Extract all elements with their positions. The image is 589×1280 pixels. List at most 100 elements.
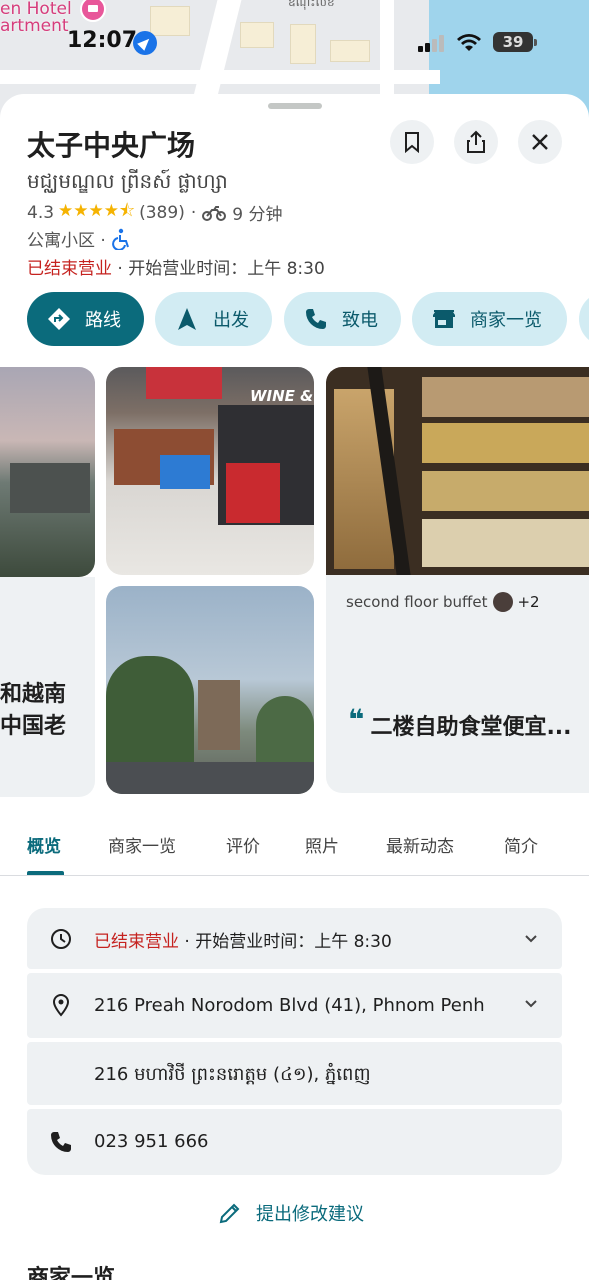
rating-stars-icon: ★★★★⯪ — [58, 201, 136, 221]
hours-row[interactable]: 已结束营业 · 开始营业时间：上午 8:30 — [27, 908, 562, 969]
address-khmer-row[interactable]: 216 មហាវិថី ព្រះនរោត្តម (៤១), ភ្នំពេញ — [27, 1042, 562, 1105]
sheet-drag-handle[interactable] — [268, 103, 322, 109]
reviewer-avatar — [493, 592, 514, 612]
address-row[interactable]: 216 Preah Norodom Blvd (41), Phnom Penh — [27, 973, 562, 1038]
start-label: 出发 — [213, 310, 249, 331]
review-card-buffet[interactable]: second floor buffet +2 ❝ 二楼自助食堂便宜... — [326, 575, 589, 793]
directions-label: 路线 — [85, 310, 121, 331]
address-text: 216 Preah Norodom Blvd (41), Phnom Penh — [94, 995, 485, 1016]
review-count: (389) — [139, 202, 185, 223]
photo-shelf-top — [422, 377, 589, 417]
place-type-row: 公寓小区 · — [27, 226, 132, 251]
photo-city-view[interactable] — [0, 367, 95, 577]
photo-trees — [256, 696, 314, 766]
review-meta: second floor buffet +2 — [346, 592, 540, 612]
review-snippet-left: 和越南 中国老 — [0, 682, 67, 739]
photo-trees — [106, 656, 194, 766]
review-quote-text: 二楼自助食堂便宜... — [370, 715, 572, 740]
hours-text: 已结束营业 · 开始营业时间：上午 8:30 — [94, 927, 392, 952]
place-subtitle-khmer: មជ្ឈមណ្ឌល ព្រីនស៍ ផ្លាហ្សា — [27, 169, 228, 193]
phone-number: 023 951 666 — [94, 1131, 209, 1152]
review-card-left[interactable]: 和越南 中国老 — [0, 577, 95, 797]
photo-carousel[interactable]: 和越南 中国老 WINE & second floor buffet +2 ❝ … — [0, 367, 589, 797]
photo-store-sign: WINE & — [250, 387, 314, 405]
close-button[interactable] — [518, 120, 562, 164]
photo-blue-display — [160, 455, 210, 489]
call-button[interactable]: 致电 — [284, 292, 401, 346]
quote-icon: ❝ — [348, 703, 365, 736]
tab-photos[interactable]: 照片 — [305, 832, 339, 857]
suggest-edit-button[interactable]: 提出修改建议 — [218, 1200, 364, 1226]
photo-shelf-bottom — [422, 519, 589, 567]
motorcycle-icon — [202, 205, 227, 221]
location-arrow-icon — [133, 31, 157, 55]
tab-about[interactable]: 简介 — [504, 832, 538, 857]
closed-status: 已结束营业 — [27, 259, 112, 279]
address-khmer-text: 216 មហាវិថី ព្រះនរោត្តម (៤១), ភ្នំពេញ — [94, 1064, 371, 1085]
action-chips: 路线 出发 致电 商家一览 — [27, 292, 589, 346]
photo-street[interactable] — [106, 586, 314, 794]
photo-road — [106, 762, 314, 794]
photo-store-banner — [146, 367, 222, 399]
photo-supermarket[interactable]: WINE & — [106, 367, 314, 575]
opening-time: · 开始营业时间：上午 8:30 — [112, 259, 325, 279]
rating-value: 4.3 — [27, 202, 55, 223]
clock-icon — [51, 929, 71, 949]
chevron-down-icon[interactable] — [524, 997, 538, 1011]
map-road — [0, 70, 440, 84]
share-button[interactable] — [454, 120, 498, 164]
place-title: 太子中央广场 — [27, 129, 196, 162]
directory-section-title: 商家一览 — [27, 1266, 116, 1280]
hours-closed: 已结束营业 — [94, 932, 179, 952]
directions-icon — [48, 308, 70, 330]
hotel-pin-icon[interactable] — [80, 0, 106, 22]
review-quote: ❝ 二楼自助食堂便宜... — [348, 703, 572, 741]
tab-active-indicator — [27, 871, 64, 875]
suggest-edit-label: 提出修改建议 — [256, 1204, 364, 1225]
status-bar: 12:07 39 — [0, 28, 589, 60]
rating-row[interactable]: 4.3 ★★★★⯪ (389) · 9 分钟 — [27, 198, 282, 227]
hours-open-time: · 开始营业时间：上午 8:30 — [179, 932, 392, 952]
place-type: 公寓小区 · — [27, 231, 106, 251]
location-pin-icon — [52, 993, 70, 1017]
wheelchair-accessible-icon — [111, 228, 129, 250]
start-button[interactable]: 出发 — [155, 292, 272, 346]
bookmark-icon — [405, 132, 419, 153]
travel-time: 9 分钟 — [232, 205, 283, 225]
phone-icon — [51, 1132, 71, 1152]
cellular-signal-icon — [418, 34, 448, 52]
map-street-label: ឌំណុះលិខ — [288, 0, 335, 9]
photo-red-rack — [226, 463, 280, 523]
separator: · — [190, 202, 197, 223]
close-icon — [532, 134, 548, 150]
photo-tower — [198, 680, 240, 750]
review-photo-label: second floor buffet — [346, 593, 488, 611]
phone-icon — [306, 309, 326, 329]
photo-shelf-low — [422, 471, 589, 511]
more-reviewers-count: +2 — [517, 593, 540, 611]
hours-summary[interactable]: 已结束营业 · 开始营业时间：上午 8:30 — [27, 254, 325, 279]
chevron-down-icon[interactable] — [524, 932, 538, 946]
photo-shelf-mid — [422, 423, 589, 463]
share-icon — [467, 130, 485, 153]
place-sheet: 太子中央广场 មជ្ឈមណ្ឌល ព្រីនស៍ ផ្លាហ្សា 4.3 ★★… — [0, 94, 589, 1280]
directions-button[interactable]: 路线 — [27, 292, 144, 346]
photo-buildings — [10, 463, 90, 513]
status-time: 12:07 — [67, 28, 138, 53]
store-icon — [433, 310, 455, 328]
phone-row[interactable]: 023 951 666 — [27, 1109, 562, 1175]
tab-reviews[interactable]: 评价 — [226, 832, 260, 857]
tab-bar: 概览 商家一览 评价 照片 最新动态 简介 — [0, 818, 589, 876]
directory-label: 商家一览 — [470, 310, 542, 331]
pencil-icon — [219, 1203, 240, 1224]
photo-buffet[interactable] — [326, 367, 589, 575]
call-label: 致电 — [342, 310, 378, 331]
navigation-arrow-icon — [178, 308, 196, 330]
tab-directory[interactable]: 商家一览 — [108, 832, 176, 857]
tab-overview[interactable]: 概览 — [27, 832, 61, 857]
directory-button[interactable]: 商家一览 — [412, 292, 567, 346]
tab-updates[interactable]: 最新动态 — [386, 832, 454, 857]
wifi-icon — [457, 34, 481, 51]
save-button[interactable] — [390, 120, 434, 164]
more-actions-button[interactable] — [579, 292, 589, 346]
